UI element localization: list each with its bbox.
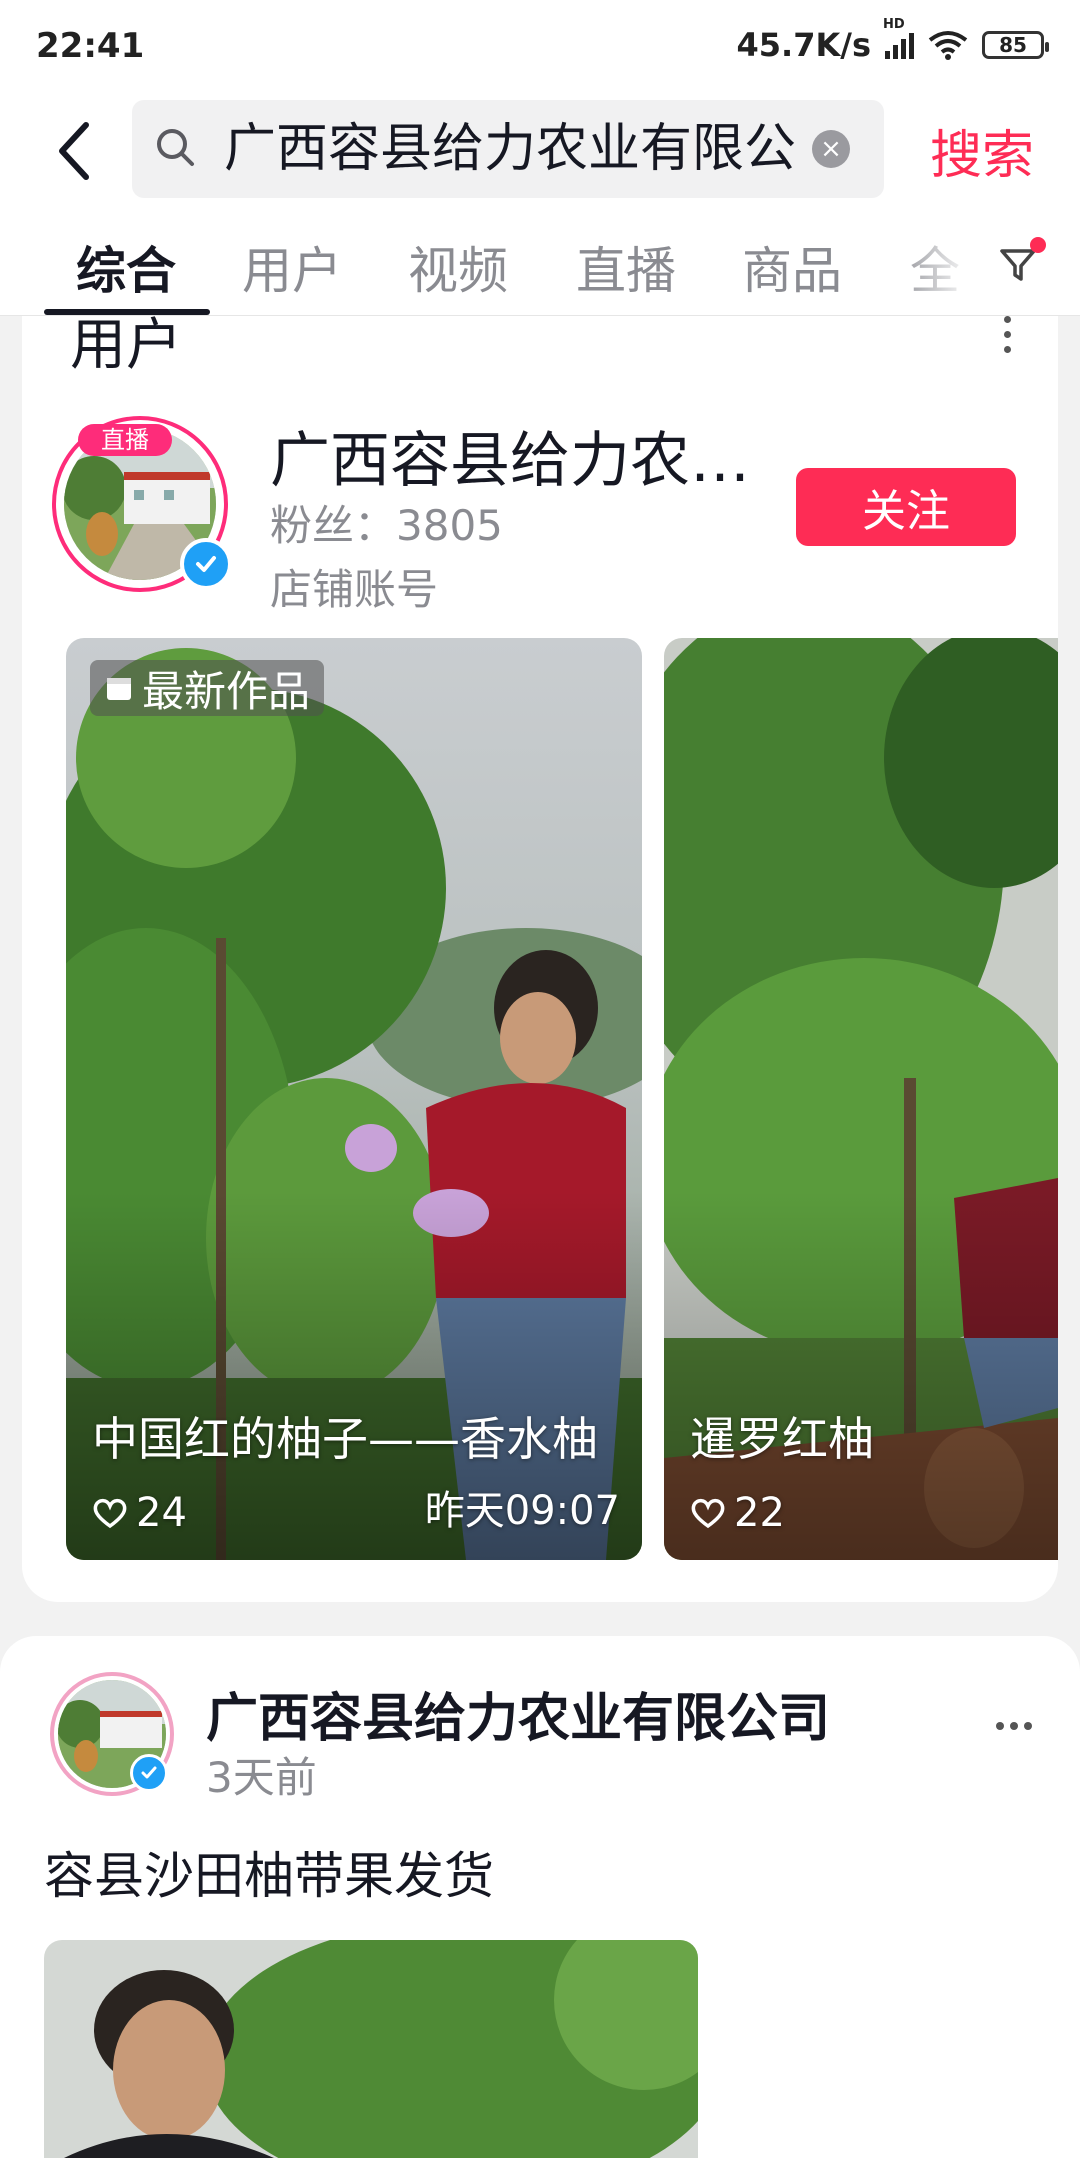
video-icon xyxy=(107,678,131,700)
work-likes: 24 xyxy=(92,1490,187,1536)
search-button[interactable]: 搜索 xyxy=(930,113,1034,188)
post-author-name[interactable]: 广西容县给力农业有限公司 xyxy=(206,1676,830,1751)
search-input[interactable]: 广西容县给力农业有限公 × xyxy=(132,100,884,198)
status-indicators: 45.7K/s HD 85 xyxy=(736,17,1049,64)
verified-icon xyxy=(130,1754,168,1792)
tab-users[interactable]: 用户 xyxy=(242,231,342,303)
more-options-icon[interactable] xyxy=(996,1722,1032,1730)
fans-count: 粉丝：3805 xyxy=(270,501,503,550)
work-title: 暹罗红柚 xyxy=(690,1412,874,1466)
follow-button[interactable]: 关注 xyxy=(796,468,1016,546)
post-caption[interactable]: 容县沙田柚带果发货 xyxy=(44,1836,494,1908)
work-time: 昨天09:07 xyxy=(424,1488,620,1534)
work-likes-count: 22 xyxy=(734,1490,785,1536)
post-time: 3天前 xyxy=(206,1753,317,1802)
post-card: 广西容县给力农业有限公司 3天前 容县沙田柚带果发货 xyxy=(0,1636,1080,2158)
battery-icon: 85 xyxy=(982,31,1049,59)
work-likes: 22 xyxy=(690,1490,785,1536)
search-icon xyxy=(157,129,194,166)
clear-icon[interactable]: × xyxy=(812,130,850,168)
tab-live[interactable]: 直播 xyxy=(576,231,676,303)
status-time: 22:41 xyxy=(36,26,145,66)
section-title: 用户 xyxy=(70,313,182,378)
tab-fade xyxy=(890,207,1010,307)
post-video-thumbnail[interactable] xyxy=(44,1940,698,2158)
search-query: 广西容县给力农业有限公 xyxy=(224,119,797,179)
result-tabs: 综合 用户 视频 直播 商品 全 xyxy=(0,207,1080,316)
verified-icon xyxy=(180,538,232,590)
back-arrow-icon xyxy=(59,122,89,180)
heart-icon xyxy=(93,1498,127,1529)
wifi-icon xyxy=(928,31,968,60)
tab-overall[interactable]: 综合 xyxy=(76,231,176,303)
tab-videos[interactable]: 视频 xyxy=(408,231,508,303)
live-badge: 直播 xyxy=(78,424,172,456)
latest-work-label: 最新作品 xyxy=(142,666,311,716)
network-speed: 45.7K/s xyxy=(736,26,871,64)
user-result-card: 用户 直播 广西容县给力农… 粉丝：3805 店铺账号 关注 最新作品 中国红的… xyxy=(22,316,1058,1602)
filter-notification-dot xyxy=(1030,237,1046,253)
signal-hd-label: HD xyxy=(883,17,905,32)
heart-icon xyxy=(691,1498,725,1529)
work-card[interactable]: 暹罗红柚 22 xyxy=(664,638,1058,1560)
latest-work-tag: 最新作品 xyxy=(90,660,325,716)
user-name[interactable]: 广西容县给力农… xyxy=(270,426,790,496)
more-options-icon[interactable] xyxy=(997,316,1017,356)
account-type: 店铺账号 xyxy=(270,565,439,614)
back-button[interactable] xyxy=(44,117,104,185)
work-title: 中国红的柚子——香水柚 xyxy=(92,1412,598,1466)
signal-icon: HD xyxy=(883,17,914,59)
tab-products[interactable]: 商品 xyxy=(742,231,842,303)
latest-work-card[interactable]: 最新作品 中国红的柚子——香水柚 24 昨天09:07 xyxy=(66,638,642,1560)
work-likes-count: 24 xyxy=(136,1490,187,1536)
status-bar: 22:41 45.7K/s HD 85 xyxy=(0,0,1080,95)
search-header: 广西容县给力农业有限公 × 搜索 xyxy=(0,95,1080,207)
